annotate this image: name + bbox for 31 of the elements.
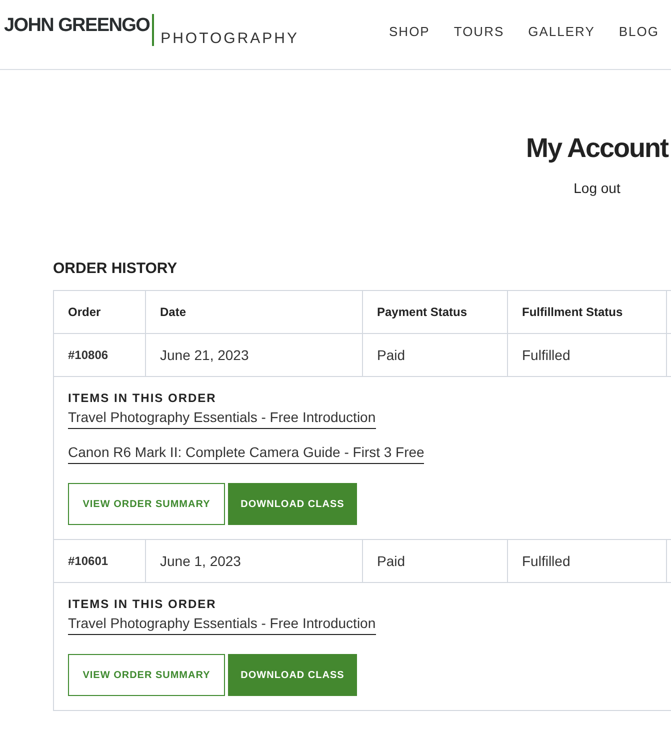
logo-name[interactable]: JOHN GREENGO xyxy=(4,13,150,39)
items-label: ITEMS IN THIS ORDER xyxy=(68,597,218,611)
logo-tagline[interactable]: PHOTOGRAPHY xyxy=(160,31,300,47)
date-cell: June 1, 2023 xyxy=(146,540,363,582)
view-summary-button[interactable]: VIEW ORDER SUMMARY xyxy=(68,654,225,696)
fulfillment-status-cell: Fulfilled xyxy=(508,334,667,376)
logout-link[interactable]: Log out xyxy=(574,178,620,198)
download-button[interactable]: DOWNLOAD CLASS xyxy=(228,483,357,525)
logo-divider xyxy=(152,14,154,46)
download-button[interactable]: DOWNLOAD CLASS xyxy=(228,654,357,696)
date-cell: June 21, 2023 xyxy=(146,334,363,376)
nav-link[interactable]: GALLERY xyxy=(528,24,595,40)
nav-link[interactable]: BLOG xyxy=(618,24,659,40)
item-link[interactable]: Travel Photography Essentials - Free Introduction xyxy=(68,405,376,429)
item-link[interactable]: Canon R6 Mark II: Complete Camera Guide - First 3 Free xyxy=(68,440,424,464)
page-title: My Account xyxy=(526,132,668,165)
section-heading: ORDER HISTORY xyxy=(53,260,178,278)
nav-link[interactable]: SHOP xyxy=(389,24,430,40)
nav-link[interactable]: TOURS xyxy=(454,24,504,40)
column-header: Date xyxy=(146,291,363,333)
order-number-cell: #10806 xyxy=(54,334,146,376)
column-header: Payment Status xyxy=(363,291,508,333)
items-label: ITEMS IN THIS ORDER xyxy=(68,391,218,405)
column-header: Fulfillment Status xyxy=(508,291,667,333)
column-header: Order xyxy=(54,291,146,333)
view-summary-button[interactable]: VIEW ORDER SUMMARY xyxy=(68,483,225,525)
payment-status-cell: Paid xyxy=(363,540,508,582)
item-link[interactable]: Travel Photography Essentials - Free Introduction xyxy=(68,611,376,635)
order-number-cell: #10601 xyxy=(54,540,146,582)
fulfillment-status-cell: Fulfilled xyxy=(508,540,667,582)
payment-status-cell: Paid xyxy=(363,334,508,376)
